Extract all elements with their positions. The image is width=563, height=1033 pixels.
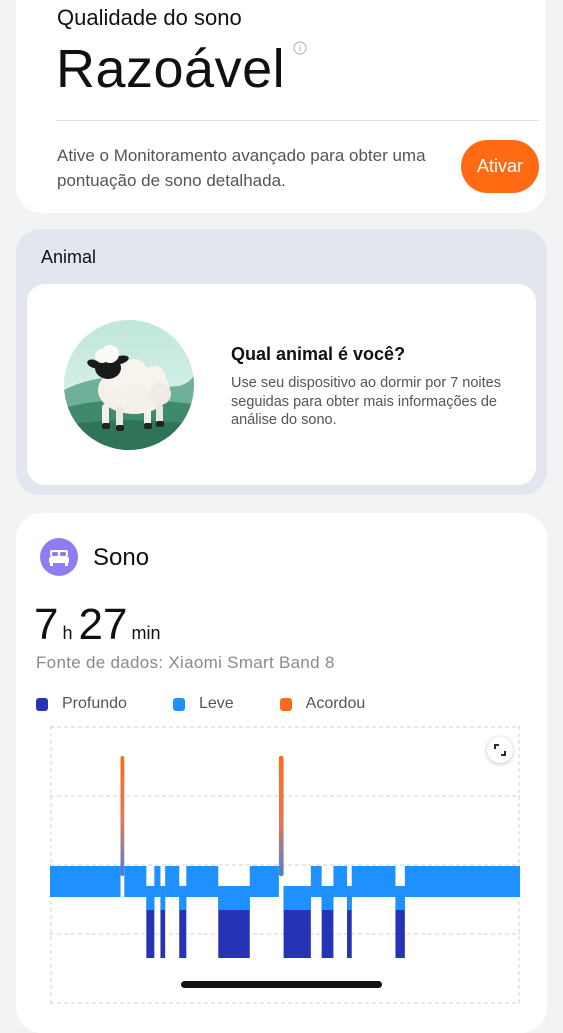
quality-description: Ative o Monitoramento avançado para obte…	[57, 146, 426, 190]
stage-transition	[146, 886, 155, 910]
sleep-duration: 7 h 27 min	[34, 600, 166, 650]
stage-transition	[179, 886, 187, 910]
legend-label-awake: Acordou	[305, 695, 366, 712]
legend-item-deep: Profundo	[36, 695, 127, 713]
stage-segment-leve	[404, 866, 520, 897]
sleep-quality-card: Qualidade do sono Razoável Ative o Monit…	[16, 0, 546, 213]
animal-card[interactable]: Qual animal é você? Use seu dispositivo …	[27, 284, 536, 485]
stage-transition	[218, 886, 250, 910]
animal-question: Qual animal é você?	[231, 344, 406, 364]
legend-item-light: Leve	[172, 695, 234, 713]
legend-label-deep: Profundo	[62, 695, 127, 712]
stage-transition	[283, 886, 311, 910]
stage-segment-leve	[249, 866, 279, 897]
expand-icon	[494, 744, 506, 756]
stage-segment-leve	[186, 866, 219, 897]
animal-heading: Animal	[41, 247, 97, 267]
legend-label-light: Leve	[198, 695, 234, 712]
sleep-card[interactable]: Sono 7 h 27 min Fonte de dados: Xiaomi S…	[16, 513, 547, 1033]
duration-hours: 7	[34, 600, 59, 649]
info-icon[interactable]	[293, 41, 307, 55]
expand-button[interactable]	[487, 737, 513, 763]
stage-transition	[321, 886, 334, 910]
data-source: Fonte de dados: Xiaomi Smart Band 8	[36, 653, 335, 672]
activate-button[interactable]: Ativar	[461, 140, 539, 193]
quality-title: Qualidade do sono	[57, 5, 242, 30]
stage-transition	[395, 886, 405, 910]
stage-segment-leve	[154, 866, 161, 897]
chart-legend: Profundo Leve Acordou	[36, 695, 411, 713]
quality-value: Razoável	[56, 39, 286, 99]
stage-segment-leve	[310, 866, 322, 897]
sheep-avatar	[64, 320, 194, 450]
stage-segment-leve	[165, 866, 180, 897]
legend-swatch-awake	[279, 697, 292, 711]
duration-minutes-unit: min	[131, 623, 161, 643]
animal-section: Animal Qual animal é você? Use seu dispo…	[16, 229, 547, 495]
stage-transition	[347, 886, 352, 910]
duration-hours-unit: h	[62, 623, 73, 643]
legend-swatch-deep	[36, 697, 48, 711]
stage-segment-acordou	[278, 756, 284, 876]
stage-transition	[160, 886, 166, 910]
stage-segment-leve	[333, 866, 348, 897]
home-indicator	[181, 981, 382, 988]
legend-swatch-light	[172, 697, 185, 711]
stage-segment-acordou	[120, 756, 125, 876]
bed-icon	[40, 538, 78, 576]
animal-description: Use seu dispositivo ao dormir por 7 noit…	[231, 375, 501, 428]
duration-minutes: 27	[78, 600, 128, 649]
legend-item-awake: Acordou	[279, 695, 366, 713]
divider	[56, 120, 539, 121]
sleep-title: Sono	[93, 544, 150, 571]
stage-segment-leve	[50, 866, 121, 897]
stage-segment-leve	[351, 866, 396, 897]
sleep-stage-chart[interactable]	[50, 726, 520, 1006]
stage-segment-leve	[124, 866, 147, 897]
